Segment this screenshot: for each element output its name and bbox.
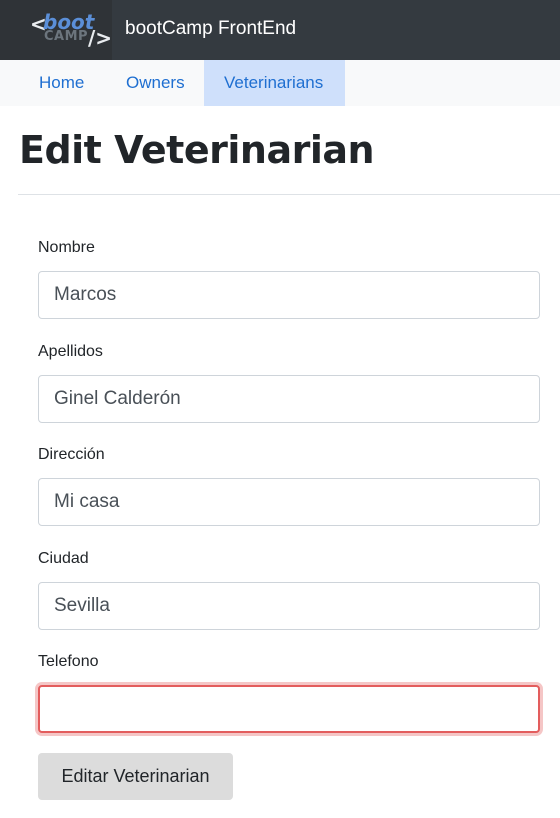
bootcamp-logo[interactable]: < boot CAMP /> — [30, 10, 113, 52]
title-divider — [18, 194, 560, 195]
direccion-label: Dirección — [38, 446, 105, 463]
apellidos-label: Apellidos — [38, 343, 103, 360]
nav-item-owners[interactable]: Owners — [126, 60, 185, 106]
edit-veterinarian-button[interactable]: Editar Veterinarian — [38, 753, 233, 800]
logo-close-bracket: /> — [88, 26, 113, 50]
ciudad-field[interactable] — [38, 582, 540, 630]
apellidos-field[interactable] — [38, 375, 540, 423]
telefono-field[interactable] — [38, 685, 540, 733]
logo-camp-text: CAMP — [44, 29, 89, 44]
logo-block: < boot CAMP /> — [0, 0, 112, 60]
nombre-field[interactable] — [38, 271, 540, 319]
nombre-label: Nombre — [38, 239, 95, 256]
brand-title[interactable]: bootCamp FrontEnd — [125, 18, 296, 40]
page-title: Edit Veterinarian — [19, 128, 375, 172]
nav-item-home[interactable]: Home — [39, 60, 84, 106]
ciudad-label: Ciudad — [38, 550, 89, 567]
telefono-label: Telefono — [38, 653, 99, 670]
direccion-field[interactable] — [38, 478, 540, 526]
nav-item-veterinarians[interactable]: Veterinarians — [204, 60, 345, 106]
top-header: < boot CAMP /> bootCamp FrontEnd — [0, 0, 560, 60]
main-nav: Home Owners Veterinarians — [0, 60, 560, 106]
